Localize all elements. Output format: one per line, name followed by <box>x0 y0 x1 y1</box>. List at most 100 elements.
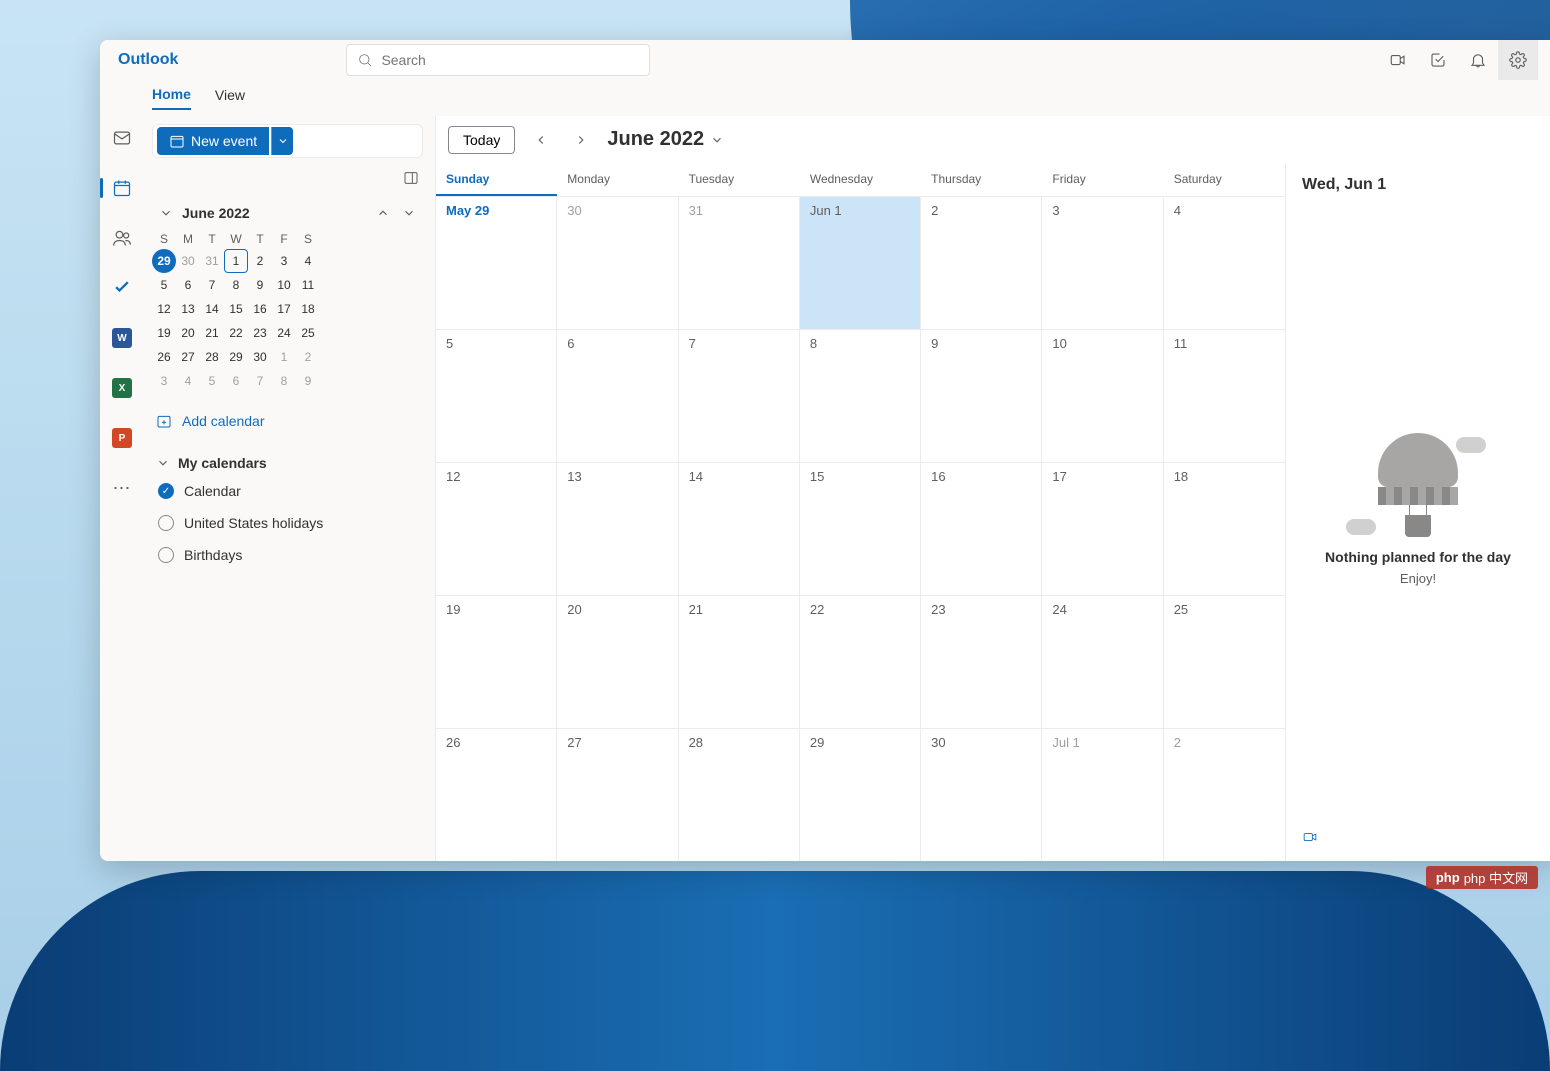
today-button[interactable]: Today <box>448 126 515 154</box>
day-cell[interactable]: 8 <box>800 330 921 462</box>
day-cell[interactable]: 11 <box>1164 330 1285 462</box>
day-cell[interactable]: 26 <box>436 729 557 861</box>
calendar-checkbox[interactable] <box>158 547 174 563</box>
day-cell[interactable]: 20 <box>557 596 678 728</box>
mini-cal-day[interactable]: 3 <box>272 249 296 273</box>
tab-view[interactable]: View <box>215 87 245 109</box>
rail-people[interactable] <box>100 222 144 254</box>
rail-word[interactable]: W <box>100 322 144 354</box>
mini-cal-day[interactable]: 14 <box>200 297 224 321</box>
day-cell[interactable]: 17 <box>1042 463 1163 595</box>
mini-cal-day[interactable]: 23 <box>248 321 272 345</box>
mini-cal-day[interactable]: 1 <box>272 345 296 369</box>
mini-cal-day[interactable]: 7 <box>200 273 224 297</box>
mini-cal-day[interactable]: 7 <box>248 369 272 393</box>
day-cell[interactable]: 3 <box>1042 197 1163 329</box>
mini-cal-expand[interactable] <box>156 203 176 223</box>
rail-mail[interactable] <box>100 122 144 154</box>
day-cell[interactable]: 10 <box>1042 330 1163 462</box>
day-cell[interactable]: 4 <box>1164 197 1285 329</box>
mini-cal-day[interactable]: 2 <box>248 249 272 273</box>
day-cell[interactable]: 18 <box>1164 463 1285 595</box>
agenda-icon[interactable] <box>1302 830 1318 844</box>
mini-cal-day[interactable]: 15 <box>224 297 248 321</box>
calendar-list-item[interactable]: United States holidays <box>156 507 419 539</box>
day-cell[interactable]: Jun 1 <box>800 197 921 329</box>
day-cell[interactable]: Jul 1 <box>1042 729 1163 861</box>
new-event-button[interactable]: New event <box>157 127 269 155</box>
mini-cal-day[interactable]: 4 <box>296 249 320 273</box>
meet-now-button[interactable] <box>1378 40 1418 80</box>
mini-cal-day[interactable]: 30 <box>176 249 200 273</box>
day-cell[interactable]: 28 <box>679 729 800 861</box>
mini-cal-day[interactable]: 8 <box>272 369 296 393</box>
day-cell[interactable]: 7 <box>679 330 800 462</box>
mini-cal-day[interactable]: 5 <box>152 273 176 297</box>
mini-cal-day[interactable]: 11 <box>296 273 320 297</box>
day-cell[interactable]: 27 <box>557 729 678 861</box>
rail-more[interactable]: ⋯ <box>100 472 144 504</box>
day-cell[interactable]: 25 <box>1164 596 1285 728</box>
mini-cal-prev[interactable] <box>373 203 393 223</box>
day-cell[interactable]: 19 <box>436 596 557 728</box>
day-cell[interactable]: 15 <box>800 463 921 595</box>
day-cell[interactable]: 2 <box>1164 729 1285 861</box>
day-cell[interactable]: 30 <box>557 197 678 329</box>
day-cell[interactable]: 22 <box>800 596 921 728</box>
mini-cal-day[interactable]: 27 <box>176 345 200 369</box>
day-cell[interactable]: 6 <box>557 330 678 462</box>
mini-cal-day[interactable]: 13 <box>176 297 200 321</box>
mini-cal-day[interactable]: 18 <box>296 297 320 321</box>
search-input[interactable] <box>381 52 639 68</box>
settings-button[interactable] <box>1498 40 1538 80</box>
day-cell[interactable]: 14 <box>679 463 800 595</box>
day-cell[interactable]: 23 <box>921 596 1042 728</box>
mini-cal-day[interactable]: 10 <box>272 273 296 297</box>
my-day-button[interactable] <box>1418 40 1458 80</box>
collapse-panel-button[interactable] <box>403 170 419 191</box>
mini-cal-next[interactable] <box>399 203 419 223</box>
rail-powerpoint[interactable]: P <box>100 422 144 454</box>
day-cell[interactable]: May 29 <box>436 197 557 329</box>
mini-cal-day[interactable]: 22 <box>224 321 248 345</box>
mini-cal-day[interactable]: 2 <box>296 345 320 369</box>
tab-home[interactable]: Home <box>152 86 191 110</box>
search-box[interactable] <box>346 44 650 76</box>
day-cell[interactable]: 16 <box>921 463 1042 595</box>
add-calendar-button[interactable]: Add calendar <box>152 405 423 437</box>
mini-cal-day[interactable]: 3 <box>152 369 176 393</box>
mini-cal-day[interactable]: 25 <box>296 321 320 345</box>
new-event-dropdown[interactable] <box>271 127 293 155</box>
calendar-list-item[interactable]: Calendar <box>156 475 419 507</box>
day-cell[interactable]: 9 <box>921 330 1042 462</box>
rail-calendar[interactable] <box>100 172 144 204</box>
calendar-checkbox[interactable] <box>158 483 174 499</box>
prev-month-button[interactable] <box>527 126 555 154</box>
mini-cal-day[interactable]: 9 <box>296 369 320 393</box>
day-cell[interactable]: 24 <box>1042 596 1163 728</box>
day-cell[interactable]: 12 <box>436 463 557 595</box>
mini-cal-day[interactable]: 6 <box>176 273 200 297</box>
mini-cal-day[interactable]: 16 <box>248 297 272 321</box>
mini-cal-day[interactable]: 28 <box>200 345 224 369</box>
my-calendars-toggle[interactable]: My calendars <box>156 451 419 475</box>
next-month-button[interactable] <box>567 126 595 154</box>
day-cell[interactable]: 30 <box>921 729 1042 861</box>
mini-cal-day[interactable]: 4 <box>176 369 200 393</box>
mini-cal-day[interactable]: 8 <box>224 273 248 297</box>
mini-cal-day[interactable]: 1 <box>224 249 248 273</box>
day-cell[interactable]: 2 <box>921 197 1042 329</box>
calendar-checkbox[interactable] <box>158 515 174 531</box>
mini-cal-day[interactable]: 29 <box>224 345 248 369</box>
mini-cal-day[interactable]: 20 <box>176 321 200 345</box>
calendar-title[interactable]: June 2022 <box>607 128 724 151</box>
day-cell[interactable]: 31 <box>679 197 800 329</box>
day-cell[interactable]: 21 <box>679 596 800 728</box>
mini-cal-day[interactable]: 29 <box>152 249 176 273</box>
mini-cal-day[interactable]: 30 <box>248 345 272 369</box>
mini-cal-day[interactable]: 26 <box>152 345 176 369</box>
mini-cal-day[interactable]: 19 <box>152 321 176 345</box>
notifications-button[interactable] <box>1458 40 1498 80</box>
rail-todo[interactable] <box>100 272 144 304</box>
day-cell[interactable]: 29 <box>800 729 921 861</box>
